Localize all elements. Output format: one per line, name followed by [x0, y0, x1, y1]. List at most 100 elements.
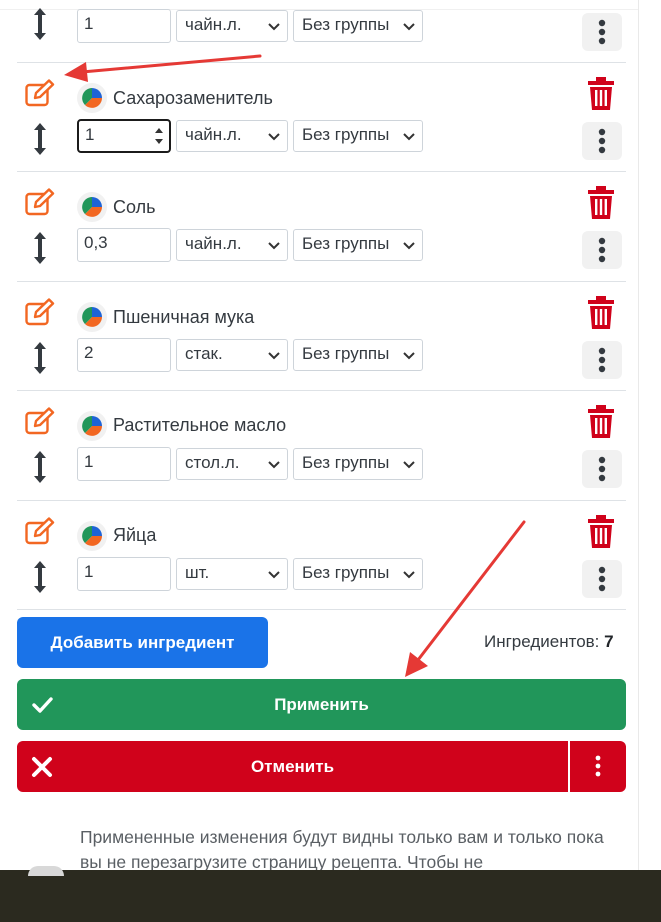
- trash-icon[interactable]: [586, 405, 616, 439]
- nutrition-pie-icon: [77, 411, 107, 441]
- info-note: Примененные изменения будут видны только…: [80, 827, 604, 872]
- ingredient-row: Сахарозаменитель 1 чайн.л. Без группы: [17, 63, 626, 172]
- move-handle-icon[interactable]: [30, 449, 50, 485]
- cancel-more-button[interactable]: [570, 741, 626, 792]
- chevron-down-icon: [268, 242, 280, 250]
- move-handle-icon[interactable]: [30, 6, 50, 42]
- more-options-button[interactable]: [582, 560, 622, 598]
- unit-select-value: стак.: [185, 344, 223, 363]
- group-select[interactable]: Без группы: [293, 448, 423, 480]
- vertical-dots-icon: [598, 566, 606, 592]
- apply-button-label: Применить: [274, 695, 369, 714]
- group-select-value: Без группы: [302, 125, 390, 144]
- chevron-down-icon: [403, 352, 415, 360]
- quantity-input[interactable]: 1: [77, 557, 171, 591]
- ingredient-count: Ингредиентов: 7: [484, 632, 614, 652]
- cancel-button[interactable]: Отменить: [17, 741, 568, 792]
- group-select[interactable]: Без группы: [293, 10, 423, 42]
- unit-select-value: чайн.л.: [185, 125, 242, 144]
- vertical-dots-icon: [598, 347, 606, 373]
- quantity-input[interactable]: 1: [77, 447, 171, 481]
- trash-icon[interactable]: [586, 515, 616, 549]
- vertical-dots-icon: [598, 19, 606, 45]
- chevron-down-icon: [403, 571, 415, 579]
- chevron-down-icon: [268, 571, 280, 579]
- unit-select-value: чайн.л.: [185, 15, 242, 34]
- ingredient-name: Сахарозаменитель: [113, 88, 273, 108]
- edit-icon[interactable]: [25, 298, 55, 326]
- group-select-value: Без группы: [302, 15, 390, 34]
- edit-icon[interactable]: [25, 188, 55, 216]
- nutrition-pie-icon: [77, 302, 107, 332]
- chevron-down-icon: [403, 23, 415, 31]
- group-select-value: Без группы: [302, 344, 390, 363]
- more-options-button[interactable]: [582, 341, 622, 379]
- group-select-value: Без группы: [302, 234, 390, 253]
- group-select-value: Без группы: [302, 563, 390, 582]
- ingredient-name: Соль: [113, 197, 156, 217]
- move-handle-icon[interactable]: [30, 340, 50, 376]
- chevron-down-icon: [403, 242, 415, 250]
- unit-select[interactable]: шт.: [176, 558, 288, 590]
- move-handle-icon[interactable]: [30, 121, 50, 157]
- unit-select-value: чайн.л.: [185, 234, 242, 253]
- trash-icon[interactable]: [586, 77, 616, 111]
- group-select[interactable]: Без группы: [293, 229, 423, 261]
- chevron-down-icon: [268, 133, 280, 141]
- nutrition-pie-icon: [77, 192, 107, 222]
- unit-select[interactable]: стак.: [176, 339, 288, 371]
- vertical-dots-icon: [598, 128, 606, 154]
- unit-select-value: шт.: [185, 563, 210, 582]
- move-handle-icon[interactable]: [30, 230, 50, 266]
- group-select-value: Без группы: [302, 453, 390, 472]
- ingredient-row: Яйца 1 шт. Без группы: [17, 501, 626, 610]
- trash-icon[interactable]: [586, 186, 616, 220]
- ingredient-count-value: 7: [604, 632, 614, 651]
- ingredient-row: Пшеничная мука 2 стак. Без группы: [17, 282, 626, 391]
- unit-select[interactable]: стол.л.: [176, 448, 288, 480]
- ingredient-name: Яйца: [113, 525, 157, 545]
- ingredient-row: 1 чайн.л. Без группы: [17, 0, 626, 63]
- cancel-button-label: Отменить: [250, 757, 335, 776]
- more-options-button[interactable]: [582, 122, 622, 160]
- move-handle-icon[interactable]: [30, 559, 50, 595]
- more-options-button[interactable]: [582, 450, 622, 488]
- unit-select-value: стол.л.: [185, 453, 240, 472]
- quantity-input[interactable]: 0,3: [77, 228, 171, 262]
- edit-icon[interactable]: [25, 79, 55, 107]
- chevron-down-icon: [403, 461, 415, 469]
- chevron-down-icon: [268, 352, 280, 360]
- unit-select[interactable]: чайн.л.: [176, 120, 288, 152]
- unit-select[interactable]: чайн.л.: [176, 229, 288, 261]
- chevron-down-icon: [268, 23, 280, 31]
- ingredient-count-label: Ингредиентов:: [484, 632, 600, 651]
- quantity-input[interactable]: 2: [77, 338, 171, 372]
- edit-icon[interactable]: [25, 407, 55, 435]
- ingredient-name: Пшеничная мука: [113, 307, 255, 327]
- edit-icon[interactable]: [25, 517, 55, 545]
- add-ingredient-button[interactable]: Добавить ингредиент: [17, 617, 268, 668]
- group-select[interactable]: Без группы: [293, 339, 423, 371]
- vertical-dots-icon: [598, 237, 606, 263]
- ingredient-row: Растительное масло 1 стол.л. Без группы: [17, 391, 626, 501]
- unit-select[interactable]: чайн.л.: [176, 10, 288, 42]
- quantity-input[interactable]: 1: [77, 9, 171, 43]
- apply-button[interactable]: Применить: [17, 679, 626, 730]
- quantity-value: 1: [85, 125, 95, 144]
- quantity-input[interactable]: 1: [77, 119, 171, 153]
- spinner-icon[interactable]: [153, 125, 165, 147]
- bottom-bar: [0, 870, 661, 922]
- ingredient-row: Соль 0,3 чайн.л. Без группы: [17, 172, 626, 282]
- more-options-button[interactable]: [582, 231, 622, 269]
- chevron-down-icon: [268, 461, 280, 469]
- vertical-dots-icon: [598, 456, 606, 482]
- avatar: [28, 866, 64, 876]
- ingredient-name: Растительное масло: [113, 415, 287, 435]
- trash-icon[interactable]: [586, 296, 616, 330]
- group-select[interactable]: Без группы: [293, 120, 423, 152]
- group-select[interactable]: Без группы: [293, 558, 423, 590]
- arrow-head-icon: [405, 652, 428, 677]
- vertical-dots-icon: [595, 755, 601, 777]
- chevron-down-icon: [403, 133, 415, 141]
- more-options-button[interactable]: [582, 13, 622, 51]
